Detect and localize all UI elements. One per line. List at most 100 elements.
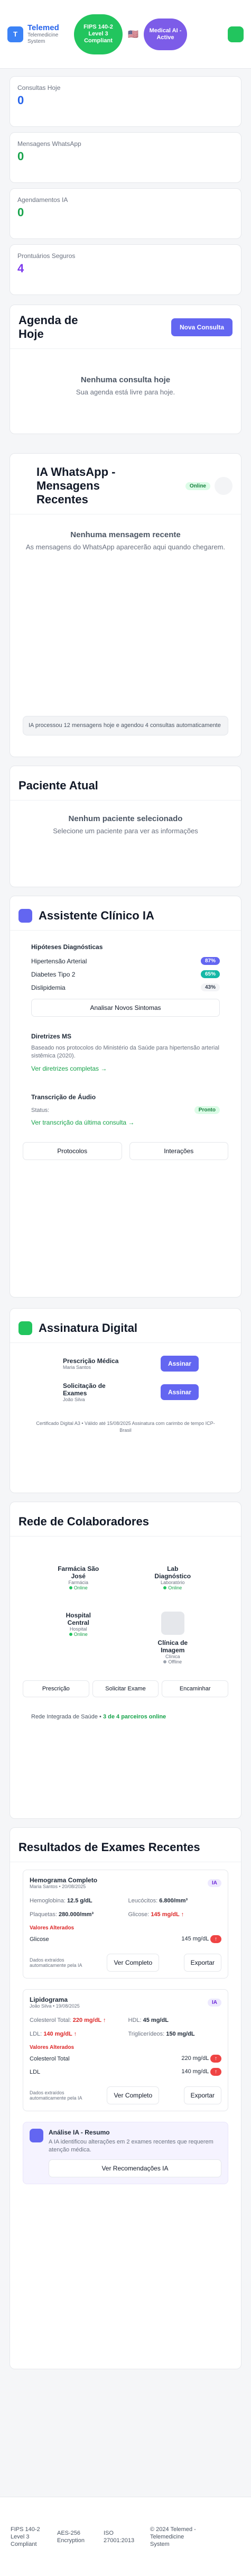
stat-label: Prontuários Seguros [17, 252, 76, 260]
guidelines-link[interactable]: Ver diretrizes completas → [31, 1065, 107, 1072]
agenda-empty-title: Nenhuma consulta hoje [80, 375, 171, 384]
stat-mensagens-whatsapp: Mensagens WhatsApp 0 [10, 132, 241, 183]
stat-label: Consultas Hoje [17, 84, 61, 91]
partner-status: Online [31, 1585, 126, 1590]
view-complete-button[interactable]: Ver Completo [107, 2086, 160, 2104]
ai-badge: IA [208, 1998, 221, 2007]
hypothesis-pct: 43% [200, 983, 220, 991]
stat-prontuarios-seguros: Prontuários Seguros 4 [10, 244, 241, 295]
prescription-button[interactable]: Prescrição [23, 1680, 89, 1697]
analyze-symptoms-button[interactable]: Analisar Novos Sintomas [31, 999, 220, 1017]
transcription-status-badge: Pronto [194, 1106, 220, 1114]
high-flag-icon: ↑ [210, 1935, 221, 1943]
protocols-button[interactable]: Protocolos [23, 1142, 122, 1160]
page-footer: FIPS 140-2 Level 3 Compliant AES-256 Enc… [0, 2497, 251, 2576]
stat-consultas-hoje: Consultas Hoje 0 [10, 76, 241, 127]
hypothesis-pct: 87% [200, 957, 220, 965]
stat-agendamentos-ia: Agendamentos IA 0 [10, 188, 241, 239]
user-avatar[interactable] [228, 26, 244, 42]
sign-button[interactable]: Assinar [160, 1356, 199, 1372]
exam-title: Lipidograma [30, 1996, 68, 2003]
export-button[interactable]: Exportar [183, 1954, 221, 1972]
ai-summary-title: Análise IA - Resumo [49, 2129, 110, 2136]
altered-value: 220 mg/dL [181, 2055, 209, 2062]
hypotheses-section: Hipóteses Diagnósticas Hipertensão Arter… [10, 938, 241, 1017]
exams-title: Resultados de Exames Recentes [18, 1841, 200, 1854]
partner-name: Farmácia São José [58, 1565, 99, 1580]
new-consultation-button[interactable]: Nova Consulta [171, 318, 233, 336]
field-value: 6.800/mm³ [159, 1898, 188, 1904]
doc-patient: Maria Santos [63, 1365, 91, 1370]
exam-item: Hemograma Completo Maria Santos • 20/08/… [23, 1870, 228, 1979]
guidelines-text: Baseado nos protocolos do Ministério da … [31, 1045, 219, 1059]
language-flag-icon[interactable]: 🇺🇸 [127, 29, 140, 40]
signature-docs: Prescrição Médica Maria Santos Assinar S… [10, 1350, 241, 1402]
ai-summary-icon [30, 2129, 43, 2142]
transcription-link[interactable]: Ver transcrição da última consulta → [31, 1119, 134, 1126]
high-flag-icon: ↑ [210, 2055, 221, 2063]
guidelines-title: Diretrizes MS [31, 1033, 72, 1040]
field-label: Plaquetas: [30, 1911, 57, 1918]
hypothesis-row[interactable]: Hipertensão Arterial 87% [31, 957, 220, 965]
partner-type: Farmácia [68, 1580, 88, 1585]
field-value: 150 mg/dL [166, 2031, 195, 2037]
network-footer: Rede Integrada de Saúde • 3 de 4 parceir… [31, 1714, 166, 1720]
high-flag-icon: ↑ [210, 2068, 221, 2076]
exam-title: Hemograma Completo [30, 1876, 98, 1884]
ai-summary-box: Análise IA - Resumo A IA identificou alt… [23, 2122, 228, 2184]
field-value: 145 mg/dL ↑ [151, 1911, 184, 1918]
stat-value: 0 [17, 94, 24, 107]
ai-recommendations-button[interactable]: Ver Recomendações IA [49, 2159, 221, 2177]
online-dot-icon [69, 1586, 72, 1589]
altered-name: Glicose [30, 1936, 49, 1943]
certificate-info: Certificado Digital A3 • Válido até 15/0… [36, 1421, 215, 1433]
altered-value: 145 mg/dL [181, 1936, 209, 1942]
hypothesis-pct: 65% [200, 970, 220, 978]
app-page: T Telemed Telemedicine System FIPS 140-2… [0, 0, 251, 2576]
agenda-empty-subtitle: Sua agenda está livre para hoje. [76, 388, 175, 396]
partner-card[interactable]: Hospital Central Hospital Online [31, 1612, 126, 1664]
exam-meta: João Silva • 19/08/2025 [30, 2003, 80, 2009]
exam-note: Dados extraídos automaticamente pela IA [30, 2090, 82, 2101]
hypothesis-row[interactable]: Diabetes Tipo 2 65% [31, 970, 220, 978]
transcription-section: Transcrição de Áudio Status: Pronto Ver … [10, 1072, 241, 1126]
altered-value-row: LDL 140 mg/dL ↑ [30, 2068, 221, 2076]
field-label: HDL: [128, 2017, 142, 2023]
partner-card[interactable]: Clínica de Imagem Clínica Offline [126, 1612, 220, 1664]
field-label: Triglicerídeos: [128, 2031, 165, 2037]
hypothesis-row[interactable]: Dislipidemia 43% [31, 983, 220, 991]
partner-type: Hospital [69, 1626, 87, 1632]
partner-name: Lab Diagnóstico [154, 1565, 191, 1580]
assistant-title: Assistente Clínico IA [39, 909, 154, 922]
online-dot-icon [69, 1633, 72, 1636]
transcription-title: Transcrição de Áudio [31, 1093, 96, 1101]
patient-empty-subtitle: Selecione um paciente para ver as inform… [53, 827, 198, 835]
field-label: Glicose: [128, 1911, 150, 1918]
export-button[interactable]: Exportar [183, 2086, 221, 2104]
altered-value: 140 mg/dL [181, 2068, 209, 2075]
app-logo-icon[interactable]: T [7, 26, 23, 42]
agenda-card: Agenda de Hoje Nova Consulta Nenhuma con… [10, 305, 241, 434]
stat-value: 4 [17, 262, 24, 275]
stat-value: 0 [17, 150, 24, 163]
exam-meta: Maria Santos • 20/08/2025 [30, 1884, 86, 1889]
patient-title: Paciente Atual [18, 779, 98, 792]
field-value: 220 mg/dL ↑ [72, 2017, 106, 2023]
field-label: Colesterol Total: [30, 2017, 71, 2023]
view-complete-button[interactable]: Ver Completo [107, 1954, 160, 1972]
field-value: 12.5 g/dL [67, 1898, 92, 1904]
doc-title: Solicitação de Exames [63, 1382, 106, 1397]
sign-button[interactable]: Assinar [160, 1384, 199, 1400]
whatsapp-settings-icon[interactable] [215, 477, 233, 495]
partner-status: Online [31, 1632, 126, 1637]
altered-values-title: Valores Alterados [30, 1925, 75, 1931]
field-value: 45 mg/dL [143, 2017, 169, 2023]
interactions-button[interactable]: Interações [129, 1142, 228, 1160]
partner-card[interactable]: Lab Diagnóstico Laboratório Online [126, 1565, 220, 1590]
refer-button[interactable]: Encaminhar [162, 1680, 229, 1697]
partner-card[interactable]: Farmácia São José Farmácia Online [31, 1565, 126, 1590]
altered-value-row: Colesterol Total 220 mg/dL ↑ [30, 2055, 221, 2063]
footer-encryption: AES-256 Encryption [57, 2529, 85, 2544]
doc-title: Prescrição Médica [63, 1357, 119, 1365]
request-exam-button[interactable]: Solicitar Exame [92, 1680, 159, 1697]
